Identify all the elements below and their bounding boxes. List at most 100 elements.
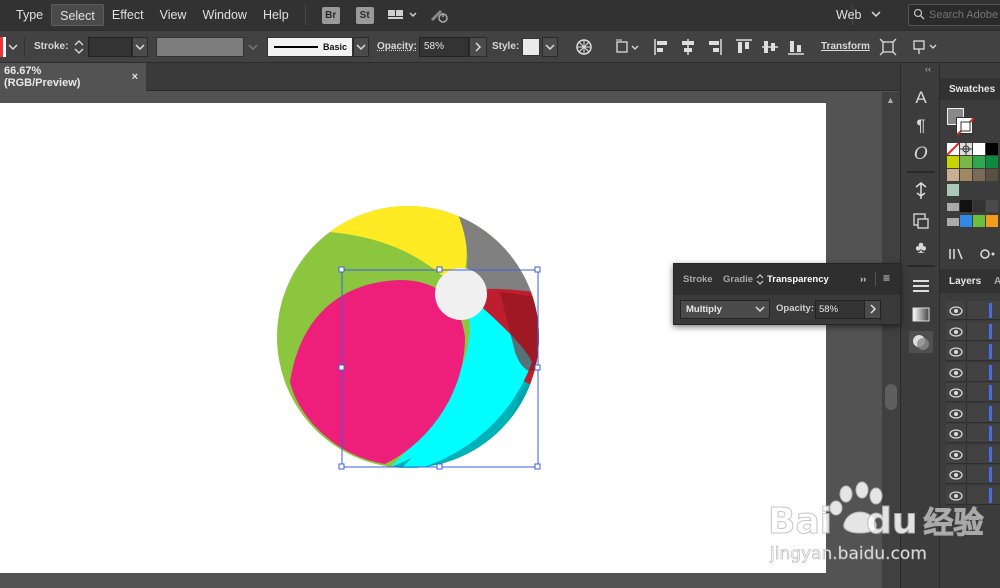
- align-bottom-icon[interactable]: [786, 37, 806, 57]
- layer-lock-column[interactable]: [966, 321, 967, 341]
- stroke-stepper-icon[interactable]: [72, 37, 86, 57]
- tab-gradient[interactable]: Gradie: [723, 274, 753, 285]
- layer-lock-column[interactable]: [966, 424, 967, 443]
- gpu-performance-icon[interactable]: [428, 5, 452, 25]
- layer-lock-column[interactable]: [966, 301, 967, 320]
- layer-lock-column[interactable]: [966, 485, 967, 505]
- puppet-warp-icon[interactable]: [909, 180, 933, 202]
- align-top-icon[interactable]: [734, 37, 754, 57]
- swatch-folder-1[interactable]: [947, 203, 959, 211]
- swatch-orange[interactable]: [986, 215, 998, 227]
- stock-icon[interactable]: St: [355, 6, 374, 24]
- swatch-none[interactable]: [946, 142, 960, 156]
- visibility-eye-icon[interactable]: [949, 326, 963, 340]
- profile-dropdown-icon[interactable]: [246, 37, 260, 65]
- scroll-up-arrow-icon[interactable]: ▲: [886, 95, 895, 105]
- symbols-club-icon[interactable]: ♣: [909, 237, 933, 259]
- layer-row[interactable]: [946, 383, 1000, 402]
- visibility-eye-icon[interactable]: [949, 346, 963, 360]
- brush-dropdown[interactable]: [353, 37, 369, 57]
- character-panel-icon[interactable]: A: [909, 87, 933, 109]
- scroll-thumb[interactable]: [885, 384, 897, 410]
- transparency-panel-icon[interactable]: [909, 331, 933, 353]
- search-input[interactable]: [929, 9, 1000, 21]
- layer-row[interactable]: [946, 424, 1000, 443]
- swatch-gray-brown[interactable]: [986, 169, 998, 181]
- swatch-folder-2[interactable]: [947, 218, 959, 226]
- swatch-dark-gray[interactable]: [973, 200, 985, 212]
- layer-row[interactable]: [946, 485, 1000, 505]
- swatch-mid-green[interactable]: [973, 156, 985, 168]
- layer-lock-column[interactable]: [966, 444, 967, 464]
- swatch-tan[interactable]: [947, 169, 959, 181]
- swatch-brown[interactable]: [960, 169, 972, 181]
- visibility-eye-icon[interactable]: [949, 428, 963, 442]
- opacity-field[interactable]: 58%: [419, 37, 469, 57]
- layer-lock-column[interactable]: [966, 403, 967, 423]
- swatch-blue[interactable]: [960, 215, 972, 227]
- fill-swatch[interactable]: [0, 37, 6, 57]
- visibility-eye-icon[interactable]: [949, 387, 963, 401]
- layers-adjacent-tab[interactable]: A: [994, 276, 1000, 287]
- menu-select[interactable]: Select: [51, 4, 104, 26]
- swatch-yellow-green[interactable]: [947, 156, 959, 168]
- visibility-eye-icon[interactable]: [949, 408, 963, 422]
- menu-window[interactable]: Window: [194, 4, 254, 26]
- visibility-eye-icon[interactable]: [949, 490, 963, 504]
- swatch-pattern[interactable]: [947, 184, 959, 196]
- swatch-registration[interactable]: [960, 143, 972, 155]
- swatches-title[interactable]: Swatches: [949, 84, 995, 95]
- isolate-selection-icon[interactable]: [878, 37, 898, 57]
- align-to-icon[interactable]: [614, 37, 642, 57]
- swatch-dark-brown[interactable]: [973, 169, 985, 181]
- visibility-eye-icon[interactable]: [949, 367, 963, 381]
- opacity-slider-arrow-icon[interactable]: [864, 300, 881, 319]
- layer-row[interactable]: [946, 342, 1000, 361]
- layer-row[interactable]: [946, 321, 1000, 341]
- arrange-documents-icon[interactable]: [387, 6, 418, 24]
- layer-row[interactable]: [946, 465, 1000, 484]
- visibility-eye-icon[interactable]: [949, 305, 963, 319]
- layer-lock-column[interactable]: [966, 383, 967, 402]
- transparency-opacity-field[interactable]: 58%: [815, 300, 865, 319]
- layer-row[interactable]: [946, 403, 1000, 423]
- fill-stroke-indicator[interactable]: [947, 108, 975, 136]
- panel-expand-icon[interactable]: ››: [860, 274, 866, 285]
- menu-effect[interactable]: Effect: [104, 4, 152, 26]
- collapse-panels-icon[interactable]: ‹‹: [925, 64, 931, 74]
- opacity-label[interactable]: Opacity:: [377, 37, 417, 57]
- gradient-panel-icon[interactable]: [909, 304, 933, 326]
- style-dropdown[interactable]: [542, 37, 558, 57]
- workspace-switcher[interactable]: Web: [836, 5, 882, 25]
- transform-link[interactable]: Transform: [821, 37, 870, 57]
- align-vertical-center-icon[interactable]: [760, 37, 780, 57]
- panel-menu-icon[interactable]: ≡: [883, 271, 890, 285]
- layer-row[interactable]: [946, 301, 1000, 320]
- visibility-eye-icon[interactable]: [949, 449, 963, 463]
- tab-stepper-icon[interactable]: [756, 273, 764, 289]
- search-box[interactable]: [908, 4, 1000, 26]
- swatch-libraries-icon[interactable]: [948, 247, 966, 264]
- bridge-icon[interactable]: Br: [321, 6, 340, 24]
- menu-help[interactable]: Help: [255, 4, 297, 26]
- close-icon[interactable]: ×: [132, 71, 138, 83]
- swatch-lime[interactable]: [973, 215, 985, 227]
- swatch-green[interactable]: [960, 156, 972, 168]
- blend-mode-dropdown[interactable]: Multiply: [680, 300, 770, 319]
- layer-row[interactable]: [946, 444, 1000, 464]
- menu-type[interactable]: Type: [8, 4, 51, 26]
- layer-row[interactable]: [946, 362, 1000, 382]
- stroke-panel-icon[interactable]: [909, 275, 933, 297]
- layers-title[interactable]: Layers: [949, 276, 981, 287]
- layer-lock-column[interactable]: [966, 465, 967, 484]
- menu-view[interactable]: View: [152, 4, 195, 26]
- visibility-eye-icon[interactable]: [949, 469, 963, 483]
- swatch-black[interactable]: [986, 143, 998, 155]
- opacity-arrow-button[interactable]: [469, 37, 487, 57]
- graphic-style-swatch[interactable]: [522, 38, 540, 56]
- align-left-icon[interactable]: [652, 37, 672, 57]
- swatch-options-icon[interactable]: [978, 247, 996, 264]
- beach-ball-artwork[interactable]: [0, 92, 882, 588]
- layer-lock-column[interactable]: [966, 342, 967, 361]
- recolor-artwork-icon[interactable]: [574, 37, 594, 57]
